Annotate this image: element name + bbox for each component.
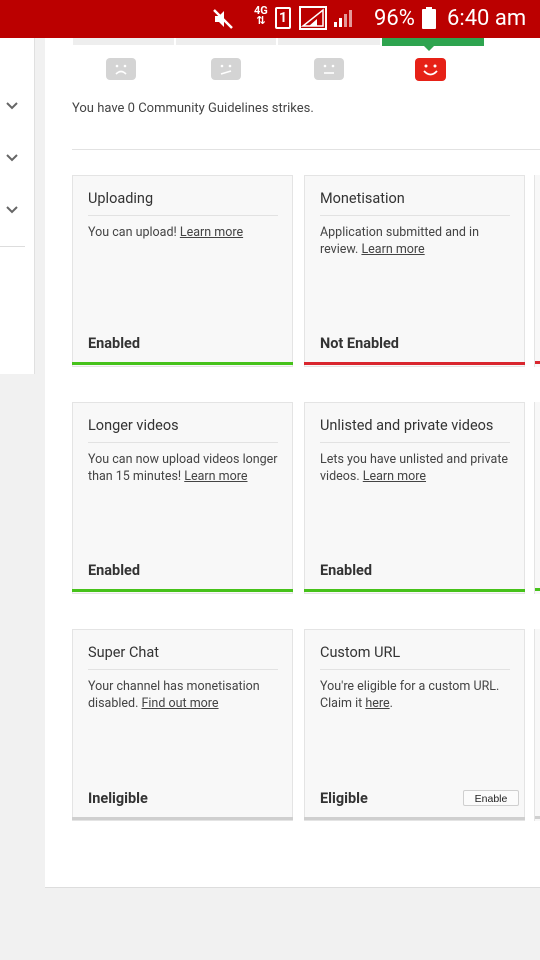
feature-card-unlisted-private: Unlisted and private videos Lets you hav…	[304, 402, 525, 594]
feature-card-uploading: Uploading You can upload! Learn more Ena…	[72, 175, 293, 367]
strikes-summary: You have 0 Community Guidelines strikes.	[72, 101, 314, 116]
status-bar-indicator	[535, 816, 540, 819]
card-description: Your channel has monetisation disabled. …	[88, 679, 260, 711]
feature-card-monetisation: Monetisation Application submitted and i…	[304, 175, 525, 367]
card-description: You can upload! Learn more	[88, 225, 244, 240]
card-title: Unlisted and private videos	[320, 417, 494, 434]
sad-face-icon	[106, 58, 136, 80]
learn-more-link[interactable]: Learn more	[363, 469, 426, 484]
card-status: Ineligible	[88, 790, 148, 807]
clock: 6:40 am	[447, 6, 527, 31]
learn-more-link[interactable]: Learn more	[361, 242, 424, 257]
network-type: 4G ⇅	[254, 4, 268, 27]
strike-tab	[73, 38, 174, 45]
status-bar-indicator	[535, 588, 540, 591]
chevron-down-icon[interactable]	[4, 202, 20, 218]
status-bar-indicator	[72, 362, 293, 365]
next-card-edge	[534, 629, 540, 821]
chevron-down-icon[interactable]	[4, 150, 20, 166]
signal-strength-icon	[299, 6, 327, 30]
card-description: Application submitted and in review. Lea…	[320, 225, 479, 257]
card-rule	[320, 442, 510, 443]
card-rule	[88, 669, 278, 670]
status-bar-indicator	[304, 589, 525, 592]
card-rule	[320, 215, 510, 216]
feature-card-super-chat: Super Chat Your channel has monetisation…	[72, 629, 293, 821]
next-card-edge	[534, 175, 540, 367]
card-rule	[88, 442, 278, 443]
status-bar-indicator	[304, 817, 525, 820]
side-panel	[0, 38, 35, 374]
card-rule	[88, 215, 278, 216]
learn-more-link[interactable]: Learn more	[180, 225, 243, 240]
status-bar: 4G ⇅ 1 96% 6:40 am	[0, 0, 540, 38]
happy-face-icon	[415, 58, 446, 81]
battery-percent: 96%	[374, 6, 415, 31]
muted-speaker-icon	[213, 9, 233, 29]
next-card-edge	[534, 402, 540, 594]
card-title: Uploading	[88, 190, 154, 207]
status-bar-indicator	[72, 817, 293, 820]
card-title: Super Chat	[88, 644, 159, 661]
strike-tab	[176, 38, 276, 45]
card-status: Enabled	[320, 562, 373, 579]
skeptical-face-icon	[211, 58, 241, 80]
card-status: Enabled	[88, 562, 141, 579]
divider	[0, 246, 25, 247]
neutral-face-icon	[314, 58, 344, 80]
claim-url-link[interactable]: here	[365, 696, 389, 711]
learn-more-link[interactable]: Learn more	[184, 469, 247, 484]
status-bar-indicator	[72, 589, 293, 592]
sim-slot-icon: 1	[275, 7, 291, 29]
section-divider	[72, 149, 540, 150]
card-title: Longer videos	[88, 417, 179, 434]
card-title: Monetisation	[320, 190, 405, 207]
feature-card-custom-url: Custom URL You're eligible for a custom …	[304, 629, 525, 821]
signal-bars-icon	[334, 10, 352, 27]
card-description: Lets you have unlisted and private video…	[320, 452, 509, 484]
card-status: Not Enabled	[320, 335, 399, 352]
status-bar-indicator	[304, 362, 525, 365]
enable-button[interactable]: Enable	[463, 790, 519, 806]
find-out-more-link[interactable]: Find out more	[141, 696, 218, 711]
card-status: Eligible	[320, 790, 368, 807]
active-tab-pointer	[423, 45, 435, 51]
status-bar-indicator	[535, 361, 540, 364]
card-description: You're eligible for a custom URL. Claim …	[320, 679, 500, 711]
chevron-down-icon[interactable]	[4, 98, 20, 114]
strike-tab	[278, 38, 380, 45]
card-title: Custom URL	[320, 644, 401, 661]
card-description: You can now upload videos longer than 15…	[88, 452, 278, 484]
card-status: Enabled	[88, 335, 141, 352]
battery-icon	[422, 7, 436, 29]
card-rule	[320, 669, 510, 670]
feature-card-longer-videos: Longer videos You can now upload videos …	[72, 402, 293, 594]
